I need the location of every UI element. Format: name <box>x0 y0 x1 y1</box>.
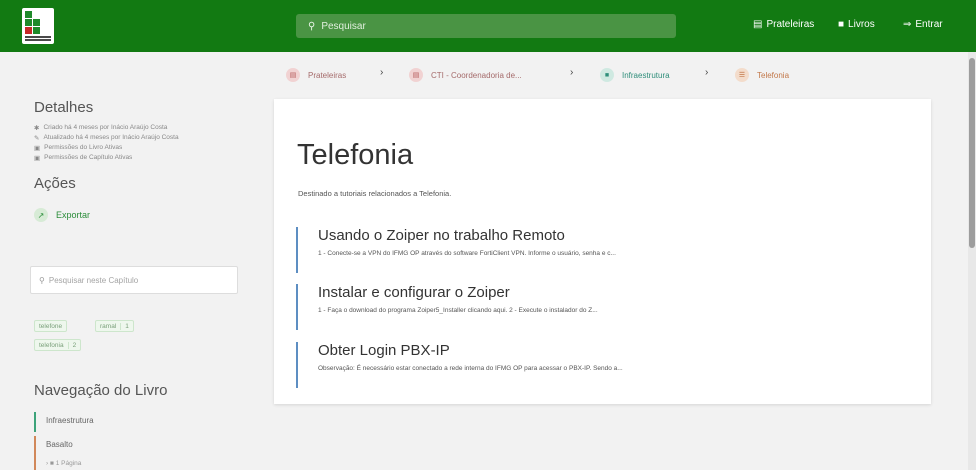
detail-chapter-permissions: ▣ Permissões de Capítulo Ativas <box>34 154 133 162</box>
global-search-input[interactable] <box>321 20 622 32</box>
chevron-right-icon: › <box>46 460 49 467</box>
page-description: Destinado a tutoriais relacionados a Tel… <box>298 189 452 198</box>
breadcrumb: ▤ Prateleiras › ▤ CTI - Coordenadoria de… <box>272 52 932 96</box>
detail-created: ✱ Criado há 4 meses por Inácio Araújo Co… <box>34 124 168 132</box>
chevron-right-icon: › <box>705 67 709 78</box>
breadcrumb-infraestrutura[interactable]: ■ Infraestrutura <box>600 68 670 82</box>
export-label: Exportar <box>56 210 91 220</box>
star-icon: ✱ <box>34 125 40 132</box>
actions-heading: Ações <box>34 175 76 192</box>
book-nav-item-infraestrutura[interactable]: Infraestrutura <box>34 412 244 432</box>
entry-title[interactable]: Instalar e configurar o Zoiper <box>318 284 796 301</box>
tag-telefone[interactable]: telefone <box>34 320 68 332</box>
nav-shelves-link[interactable]: ▤ Prateleiras <box>753 19 814 30</box>
entry-excerpt: 1 - Faça o download do programa Zoiper5_… <box>318 307 598 314</box>
search-icon: ⚲ <box>39 275 45 285</box>
nav-books-label: Livros <box>848 19 875 30</box>
page-title: Telefonia <box>297 139 414 171</box>
entry-excerpt: Observação: É necessário estar conectado… <box>318 365 623 372</box>
breadcrumb-cti[interactable]: ▤ CTI - Coordenadoria de... <box>409 68 522 82</box>
chevron-right-icon: › <box>570 67 574 78</box>
chapter-search-input[interactable] <box>48 275 229 285</box>
page-icon: ■ <box>49 460 54 467</box>
left-sidebar: Detalhes ✱ Criado há 4 meses por Inácio … <box>0 52 262 470</box>
book-nav-item-pages[interactable]: › ■ 1 Página <box>34 456 244 470</box>
nav-books-link[interactable]: ■ Livros <box>838 19 875 30</box>
page-entry-instalar-zoiper[interactable]: Instalar e configurar o Zoiper 1 - Faça … <box>296 284 796 330</box>
lock-icon: ▣ <box>34 155 41 162</box>
book-icon: ■ <box>838 19 845 30</box>
export-button[interactable]: ↗ Exportar <box>34 208 90 222</box>
shelves-icon: ▤ <box>286 68 300 82</box>
page-entry-zoiper-remoto[interactable]: Usando o Zoiper no trabalho Remoto 1 - C… <box>296 227 796 273</box>
entry-excerpt: 1 - Conecte-se a VPN do IFMG OP através … <box>318 250 616 257</box>
nav-shelves-label: Prateleiras <box>766 19 815 30</box>
entry-title[interactable]: Obter Login PBX-IP <box>318 342 796 359</box>
tag-telefonia[interactable]: telefonia 2 <box>34 339 82 351</box>
shelves-icon: ▤ <box>753 19 763 30</box>
breadcrumb-telefonia[interactable]: ☰ Telefonia <box>735 68 789 82</box>
nav-login-link[interactable]: ⇒ Entrar <box>903 19 943 30</box>
chapter-search-box[interactable]: ⚲ <box>30 266 238 294</box>
page-scrollbar[interactable] <box>968 52 976 470</box>
detail-book-permissions: ▣ Permissões do Livro Ativas <box>34 144 123 152</box>
breadcrumb-shelves[interactable]: ▤ Prateleiras <box>286 68 346 82</box>
book-icon: ■ <box>600 68 614 82</box>
details-heading: Detalhes <box>34 99 94 116</box>
nav-login-label: Entrar <box>915 19 943 30</box>
chevron-right-icon: › <box>380 67 384 78</box>
shelf-icon: ▤ <box>409 68 423 82</box>
global-search-box[interactable]: ⚲ <box>296 14 676 38</box>
book-nav-heading: Navegação do Livro <box>34 382 168 399</box>
entry-title[interactable]: Usando o Zoiper no trabalho Remoto <box>318 227 796 244</box>
pencil-icon: ✎ <box>34 135 40 142</box>
lock-icon: ▣ <box>34 145 41 152</box>
scrollbar-thumb[interactable] <box>969 58 975 248</box>
chapter-content-card: Telefonia Destinado a tutoriais relacion… <box>274 99 931 404</box>
top-header: ⚲ ▤ Prateleiras ■ Livros ⇒ Entrar <box>0 0 976 52</box>
search-icon: ⚲ <box>308 20 316 32</box>
export-icon: ↗ <box>34 208 48 222</box>
institution-logo[interactable] <box>22 8 54 44</box>
login-icon: ⇒ <box>903 19 912 30</box>
page-entry-login-pbx[interactable]: Obter Login PBX-IP Observação: É necessá… <box>296 342 796 388</box>
tag-ramal[interactable]: ramal 1 <box>95 320 134 332</box>
detail-updated: ✎ Atualizado há 4 meses por Inácio Araúj… <box>34 134 179 142</box>
book-nav-item-basalto[interactable]: Basalto <box>34 436 244 456</box>
chapter-icon: ☰ <box>735 68 749 82</box>
